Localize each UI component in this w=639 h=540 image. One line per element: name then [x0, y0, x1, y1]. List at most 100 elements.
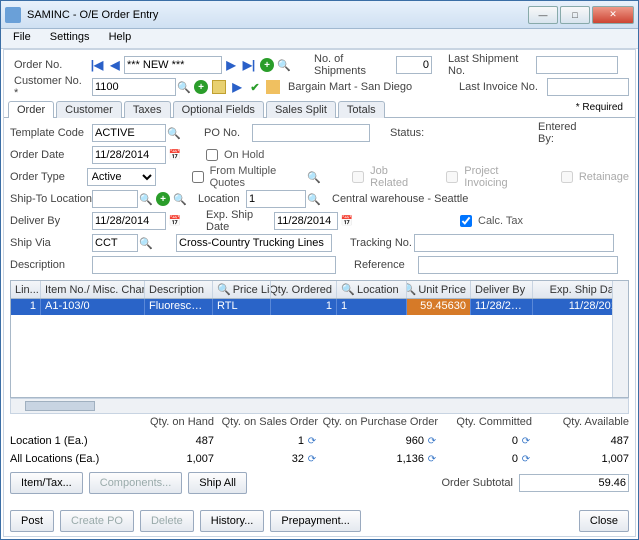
- expship-calendar-icon[interactable]: [339, 213, 355, 229]
- tab-optional-fields[interactable]: Optional Fields: [173, 101, 264, 118]
- shipvia-lookup-icon[interactable]: [139, 236, 153, 250]
- multquotes-lookup-icon[interactable]: [307, 170, 321, 184]
- refresh-icon[interactable]: ⟳: [520, 435, 532, 447]
- tab-taxes[interactable]: Taxes: [124, 101, 171, 118]
- grid-vscroll[interactable]: [612, 281, 628, 397]
- orderdate-input[interactable]: [92, 146, 166, 164]
- new-record-icon[interactable]: +: [259, 57, 275, 73]
- customer-add-icon[interactable]: +: [193, 79, 209, 95]
- customer-check-icon[interactable]: ✔: [247, 79, 263, 95]
- shipall-button[interactable]: Ship All: [188, 472, 247, 494]
- order-no-input[interactable]: [124, 56, 222, 74]
- maximize-button[interactable]: □: [560, 6, 590, 24]
- shipments-input[interactable]: [396, 56, 432, 74]
- grid-hscroll[interactable]: [10, 398, 629, 414]
- last-shipment-input[interactable]: [536, 56, 618, 74]
- order-lookup-icon[interactable]: [277, 58, 291, 72]
- desc-label: Description: [10, 259, 92, 271]
- qty-sales-header: Qty. on Sales Order: [214, 416, 318, 432]
- window-title: SAMINC - O/E Order Entry: [27, 9, 526, 21]
- location-name-text: Central warehouse - Seattle: [332, 193, 468, 205]
- location-label: Location: [194, 193, 246, 205]
- subtotal-field: [519, 474, 629, 492]
- qty-onhand-header: Qty. on Hand: [130, 416, 214, 432]
- pricelist-lookup-icon[interactable]: [217, 283, 231, 297]
- prev-record-icon[interactable]: ◀: [107, 57, 123, 73]
- template-lookup-icon[interactable]: [167, 126, 181, 140]
- customer-note-icon[interactable]: [211, 79, 227, 95]
- location-input[interactable]: [246, 190, 306, 208]
- po-input[interactable]: [252, 124, 370, 142]
- shipto-input[interactable]: [92, 190, 138, 208]
- titlebar: SAMINC - O/E Order Entry — □ ✕: [1, 1, 638, 29]
- close-button[interactable]: Close: [579, 510, 629, 532]
- calctax-checkbox[interactable]: Calc. Tax: [456, 212, 523, 230]
- menu-help[interactable]: Help: [101, 29, 140, 45]
- refresh-icon[interactable]: ⟳: [520, 453, 532, 465]
- ordertype-label: Order Type: [10, 171, 87, 183]
- createpo-button: Create PO: [60, 510, 134, 532]
- last-record-icon[interactable]: ▶|: [241, 57, 257, 73]
- loc-lookup-icon[interactable]: [341, 283, 355, 297]
- uprice-lookup-icon[interactable]: [407, 283, 416, 297]
- components-button: Components...: [89, 472, 183, 494]
- refresh-icon[interactable]: ⟳: [306, 453, 318, 465]
- app-icon: [5, 7, 21, 23]
- first-record-icon[interactable]: |◀: [89, 57, 105, 73]
- last-invoice-label: Last Invoice No.: [455, 81, 547, 93]
- tab-sales-split[interactable]: Sales Split: [266, 101, 336, 118]
- customer-no-label: Customer No. *: [10, 75, 88, 99]
- template-input[interactable]: [92, 124, 166, 142]
- customer-edit-icon[interactable]: [265, 79, 281, 95]
- customer-lookup-icon[interactable]: [177, 80, 191, 94]
- projinv-checkbox: Project Invoicing: [442, 165, 538, 189]
- tracking-input[interactable]: [414, 234, 614, 252]
- grid-header: Lin... Item No./ Misc. Charge Descriptio…: [11, 281, 628, 299]
- shipvia-input[interactable]: [92, 234, 138, 252]
- post-button[interactable]: Post: [10, 510, 54, 532]
- location-lookup-icon[interactable]: [307, 192, 321, 206]
- customer-go-icon[interactable]: ▶: [229, 79, 245, 95]
- grid-row[interactable]: 1 A1-103/0 Fluorescent Des... RTL 1 1 59…: [11, 299, 628, 315]
- jobrelated-checkbox: Job Related: [348, 165, 423, 189]
- tab-totals[interactable]: Totals: [338, 101, 385, 118]
- subtotal-label: Order Subtotal: [441, 477, 513, 489]
- ordertype-select[interactable]: Active: [87, 168, 156, 186]
- minimize-button[interactable]: —: [528, 6, 558, 24]
- prepayment-button[interactable]: Prepayment...: [270, 510, 360, 532]
- shipto-label: Ship-To Location: [10, 193, 92, 205]
- customer-name-text: Bargain Mart - San Diego: [288, 81, 434, 93]
- onhold-checkbox[interactable]: On Hold: [202, 146, 264, 164]
- shipvia-name-input[interactable]: [176, 234, 332, 252]
- shipto-zoom-icon[interactable]: [173, 192, 187, 206]
- qty-po-header: Qty. on Purchase Order: [318, 416, 438, 432]
- expship-input[interactable]: [274, 212, 338, 230]
- deliver-calendar-icon[interactable]: [167, 213, 183, 229]
- deliver-input[interactable]: [92, 212, 166, 230]
- refresh-icon[interactable]: ⟳: [306, 435, 318, 447]
- shipto-lookup-icon[interactable]: [139, 192, 153, 206]
- history-button[interactable]: History...: [200, 510, 265, 532]
- menu-settings[interactable]: Settings: [42, 29, 98, 45]
- required-star: *: [14, 87, 18, 99]
- line-items-grid[interactable]: Lin... Item No./ Misc. Charge Descriptio…: [10, 280, 629, 398]
- desc-input[interactable]: [92, 256, 336, 274]
- menu-file[interactable]: File: [5, 29, 39, 45]
- retainage-checkbox: Retainage: [557, 168, 629, 186]
- itemtax-button[interactable]: Item/Tax...: [10, 472, 83, 494]
- ref-label: Reference: [350, 259, 418, 271]
- tab-customer[interactable]: Customer: [56, 101, 122, 118]
- last-invoice-input[interactable]: [547, 78, 629, 96]
- close-window-button[interactable]: ✕: [592, 6, 634, 24]
- orderdate-calendar-icon[interactable]: [167, 147, 183, 163]
- ref-input[interactable]: [418, 256, 618, 274]
- shipto-add-icon[interactable]: +: [155, 191, 171, 207]
- customer-no-input[interactable]: [92, 78, 176, 96]
- status-label: Status:: [386, 127, 430, 139]
- next-record-icon[interactable]: ▶: [223, 57, 239, 73]
- menubar: File Settings Help: [1, 29, 638, 49]
- tab-order[interactable]: Order: [8, 101, 54, 118]
- refresh-icon[interactable]: ⟳: [426, 453, 438, 465]
- refresh-icon[interactable]: ⟳: [426, 435, 438, 447]
- multquotes-checkbox[interactable]: From Multiple Quotes: [188, 165, 307, 189]
